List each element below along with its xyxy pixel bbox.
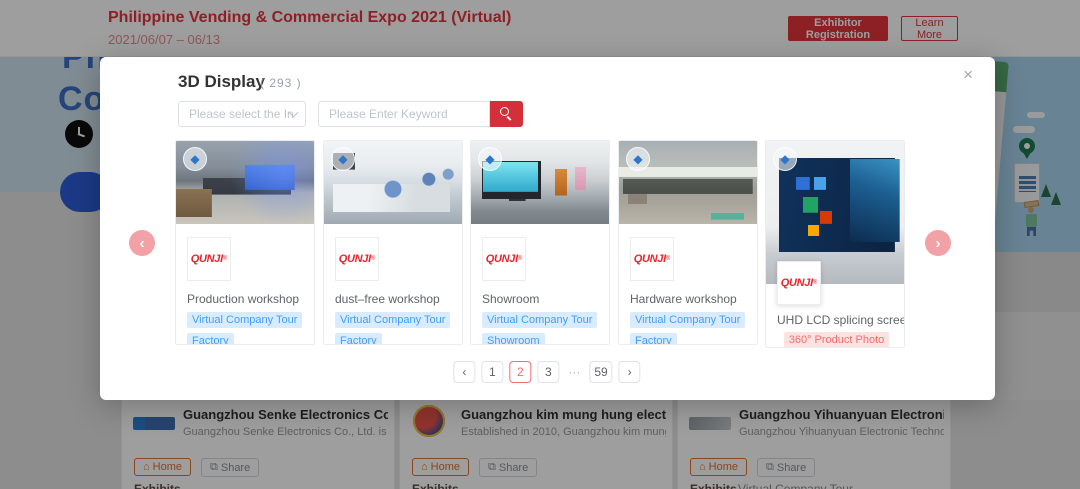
tag-virtual-company-tour: Virtual Company Tour [630,312,746,329]
keyword-search[interactable] [318,101,490,127]
pagination-page-2-active[interactable]: 2 [509,361,532,383]
3d-display-modal: × 3D Display ( 293 ) ‹ › ◆ QUNJI® Produc… [100,57,995,400]
tag-factory: Factory [630,333,677,344]
exhibit-title: dust–free workshop [335,292,440,306]
panorama-360-icon: ◆ [478,147,502,171]
tag-360-product-photo: 360° Product Photo [783,332,890,347]
tag-factory: Factory [335,333,382,344]
exhibit-photo-hardware-workshop[interactable]: ◆ [619,141,757,224]
exhibit-card[interactable]: ◆ QUNJI ® dust–free workshop Virtual Comp… [323,140,463,345]
pagination-next-button[interactable]: › [618,361,641,383]
pagination-prev-button[interactable]: ‹ [453,361,476,383]
tag-factory: Factory [187,333,234,344]
tag-showroom: Showroom [482,333,545,344]
exhibit-tags: Virtual Company Tour Factory [630,310,753,344]
keyword-input[interactable] [318,101,490,127]
exhibit-tags: Virtual Company Tour Factory [335,310,458,344]
exhibitor-logo: QUNJI ® [187,237,231,281]
exhibit-card[interactable]: ◆ QUNJI ® Hardware workshop Virtual Compa… [618,140,758,345]
brand-text: QUNJI [633,253,666,265]
exhibit-title: Hardware workshop [630,292,737,306]
registered-mark: ® [812,280,818,286]
carousel-prev-button[interactable]: ‹ [129,230,155,256]
industry-select-input[interactable] [178,101,306,127]
pagination-ellipsis: ··· [568,365,581,379]
search-button[interactable] [490,101,523,127]
exhibit-card[interactable]: ◆ QUNJI ® Production workshop Virtual Com… [175,140,315,345]
registered-mark: ® [517,256,523,262]
registered-mark: ® [370,256,376,262]
registered-mark: ® [222,256,228,262]
close-icon[interactable]: × [963,65,973,85]
pagination: ‹ 1 2 3 ··· 59 › [453,361,641,383]
panorama-360-icon: ◆ [626,147,650,171]
panorama-360-icon: ◆ [773,147,797,171]
tag-virtual-company-tour: Virtual Company Tour [335,312,451,329]
brand-text: QUNJI [485,253,518,265]
exhibit-title: Showroom [482,292,540,306]
tag-virtual-company-tour: Virtual Company Tour [482,312,598,329]
tag-virtual-company-tour: Virtual Company Tour [187,312,303,329]
exhibit-card[interactable]: ◆ QUNJI ® Showroom Virtual Company Tour S… [470,140,610,345]
panorama-360-icon: ◆ [331,147,355,171]
pagination-page-3[interactable]: 3 [537,361,560,383]
exhibit-tags: 360° Product Photo [777,330,900,347]
exhibit-card[interactable]: ◆ QUNJI ® UHD LCD splicing scree... 360° … [765,140,905,348]
exhibit-photo-dust-free-workshop[interactable]: ◆ [324,141,462,224]
exhibitor-logo: QUNJI ® [482,237,526,281]
brand-text: QUNJI [190,253,223,265]
carousel-next-button[interactable]: › [925,230,951,256]
screen: Ph Co Philippine Vending & Commercial Ex… [0,0,1080,489]
exhibit-tags: Virtual Company Tour Showroom [482,310,605,344]
exhibit-photo-showroom[interactable]: ◆ [471,141,609,224]
exhibitor-logo: QUNJI ® [630,237,674,281]
exhibit-title: UHD LCD splicing scree... [777,313,905,327]
search-icon [500,107,509,116]
registered-mark: ® [665,256,671,262]
exhibit-photo-production-workshop[interactable]: ◆ [176,141,314,224]
brand-text: QUNJI [338,253,371,265]
pagination-page-59[interactable]: 59 [589,361,613,383]
exhibit-tags: Virtual Company Tour Factory [187,310,310,344]
exhibitor-logo: QUNJI ® [777,261,821,305]
industry-select[interactable] [178,101,306,127]
brand-text: QUNJI [780,277,813,289]
modal-count: ( 293 ) [260,76,302,90]
modal-title: 3D Display [178,72,265,91]
pagination-page-1[interactable]: 1 [481,361,504,383]
exhibit-title: Production workshop [187,292,300,306]
exhibitor-logo: QUNJI ® [335,237,379,281]
panorama-360-icon: ◆ [183,147,207,171]
